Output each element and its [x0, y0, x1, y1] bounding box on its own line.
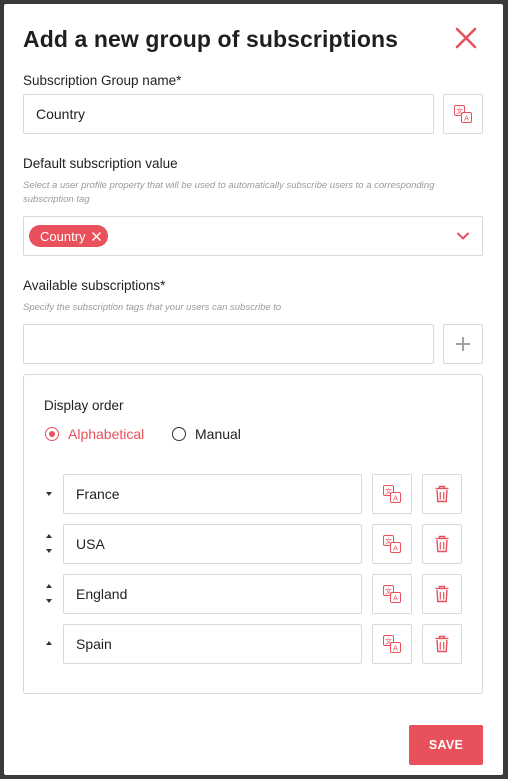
svg-text:文: 文	[456, 106, 463, 115]
radio-alphabetical-label: Alphabetical	[68, 426, 145, 442]
display-order-label: Display order	[44, 398, 124, 413]
svg-text:A: A	[393, 594, 398, 602]
add-subscription-group-modal: Add a new group of subscriptions Subscri…	[4, 4, 503, 775]
subscription-row: England 文 A	[24, 574, 482, 614]
group-name-input[interactable]: Country	[23, 94, 434, 134]
translate-icon: 文 A	[383, 635, 401, 653]
translate-icon: 文 A	[383, 585, 401, 603]
reorder-arrows	[46, 624, 56, 664]
move-up-icon[interactable]	[46, 584, 52, 588]
translate-button[interactable]: 文 A	[372, 524, 412, 564]
subscription-row: Spain 文 A	[24, 624, 482, 664]
trash-icon	[435, 635, 449, 653]
add-subscription-button[interactable]	[443, 324, 483, 364]
trash-icon	[435, 535, 449, 553]
radio-circle-unchecked	[172, 427, 186, 441]
svg-text:文: 文	[385, 486, 392, 495]
radio-manual[interactable]: Manual	[172, 426, 241, 442]
translate-button[interactable]: 文 A	[372, 624, 412, 664]
move-down-icon[interactable]	[46, 599, 52, 603]
svg-text:文: 文	[385, 636, 392, 645]
subscription-row: USA 文 A	[24, 524, 482, 564]
move-down-icon[interactable]	[46, 492, 52, 496]
translate-icon: 文 A	[383, 485, 401, 503]
group-name-translate-button[interactable]: 文 A	[443, 94, 483, 134]
delete-button[interactable]	[422, 624, 462, 664]
reorder-arrows	[46, 574, 56, 614]
radio-circle-checked	[45, 427, 59, 441]
close-icon	[91, 231, 101, 241]
selected-chip-label: Country	[40, 228, 86, 244]
selected-chip: Country	[29, 225, 108, 247]
available-subscriptions-hint: Specify the subscription tags that your …	[23, 302, 282, 313]
default-value-hint: Select a user profile property that will…	[23, 180, 435, 205]
default-value-label: Default subscription value	[23, 156, 178, 171]
subscription-name-input[interactable]: France	[63, 474, 362, 514]
radio-alphabetical[interactable]: Alphabetical	[45, 426, 144, 442]
delete-button[interactable]	[422, 524, 462, 564]
remove-chip-button[interactable]	[91, 231, 102, 242]
reorder-arrows	[46, 524, 56, 564]
subscription-name-input[interactable]: England	[63, 574, 362, 614]
display-order-panel: Display order Alphabetical Manual France…	[23, 374, 483, 694]
modal-title: Add a new group of subscriptions	[23, 26, 399, 52]
chevron-down-icon	[457, 232, 469, 240]
delete-button[interactable]	[422, 474, 462, 514]
svg-text:A: A	[393, 494, 398, 502]
close-icon	[455, 27, 477, 49]
default-value-select[interactable]: Country	[23, 216, 483, 256]
translate-button[interactable]: 文 A	[372, 474, 412, 514]
move-up-icon[interactable]	[46, 534, 52, 538]
svg-text:A: A	[393, 644, 398, 652]
translate-icon: 文 A	[454, 105, 472, 123]
subscription-row: France 文 A	[24, 474, 482, 514]
reorder-arrows	[46, 474, 56, 514]
move-down-icon[interactable]	[46, 549, 52, 553]
group-name-label: Subscription Group name*	[23, 73, 182, 88]
svg-text:文: 文	[385, 536, 392, 545]
new-subscription-input[interactable]	[23, 324, 434, 364]
radio-manual-label: Manual	[195, 426, 241, 442]
subscription-name-input[interactable]: Spain	[63, 624, 362, 664]
svg-text:文: 文	[385, 586, 392, 595]
translate-icon: 文 A	[383, 535, 401, 553]
translate-button[interactable]: 文 A	[372, 574, 412, 614]
close-button[interactable]	[452, 24, 480, 52]
delete-button[interactable]	[422, 574, 462, 614]
trash-icon	[435, 585, 449, 603]
trash-icon	[435, 485, 449, 503]
subscription-name-input[interactable]: USA	[63, 524, 362, 564]
svg-text:A: A	[393, 544, 398, 552]
dropdown-toggle[interactable]	[456, 229, 470, 248]
available-subscriptions-label: Available subscriptions*	[23, 278, 166, 293]
svg-text:A: A	[464, 114, 469, 122]
save-button[interactable]: SAVE	[409, 725, 483, 765]
plus-icon	[456, 337, 470, 351]
move-up-icon[interactable]	[46, 641, 52, 645]
